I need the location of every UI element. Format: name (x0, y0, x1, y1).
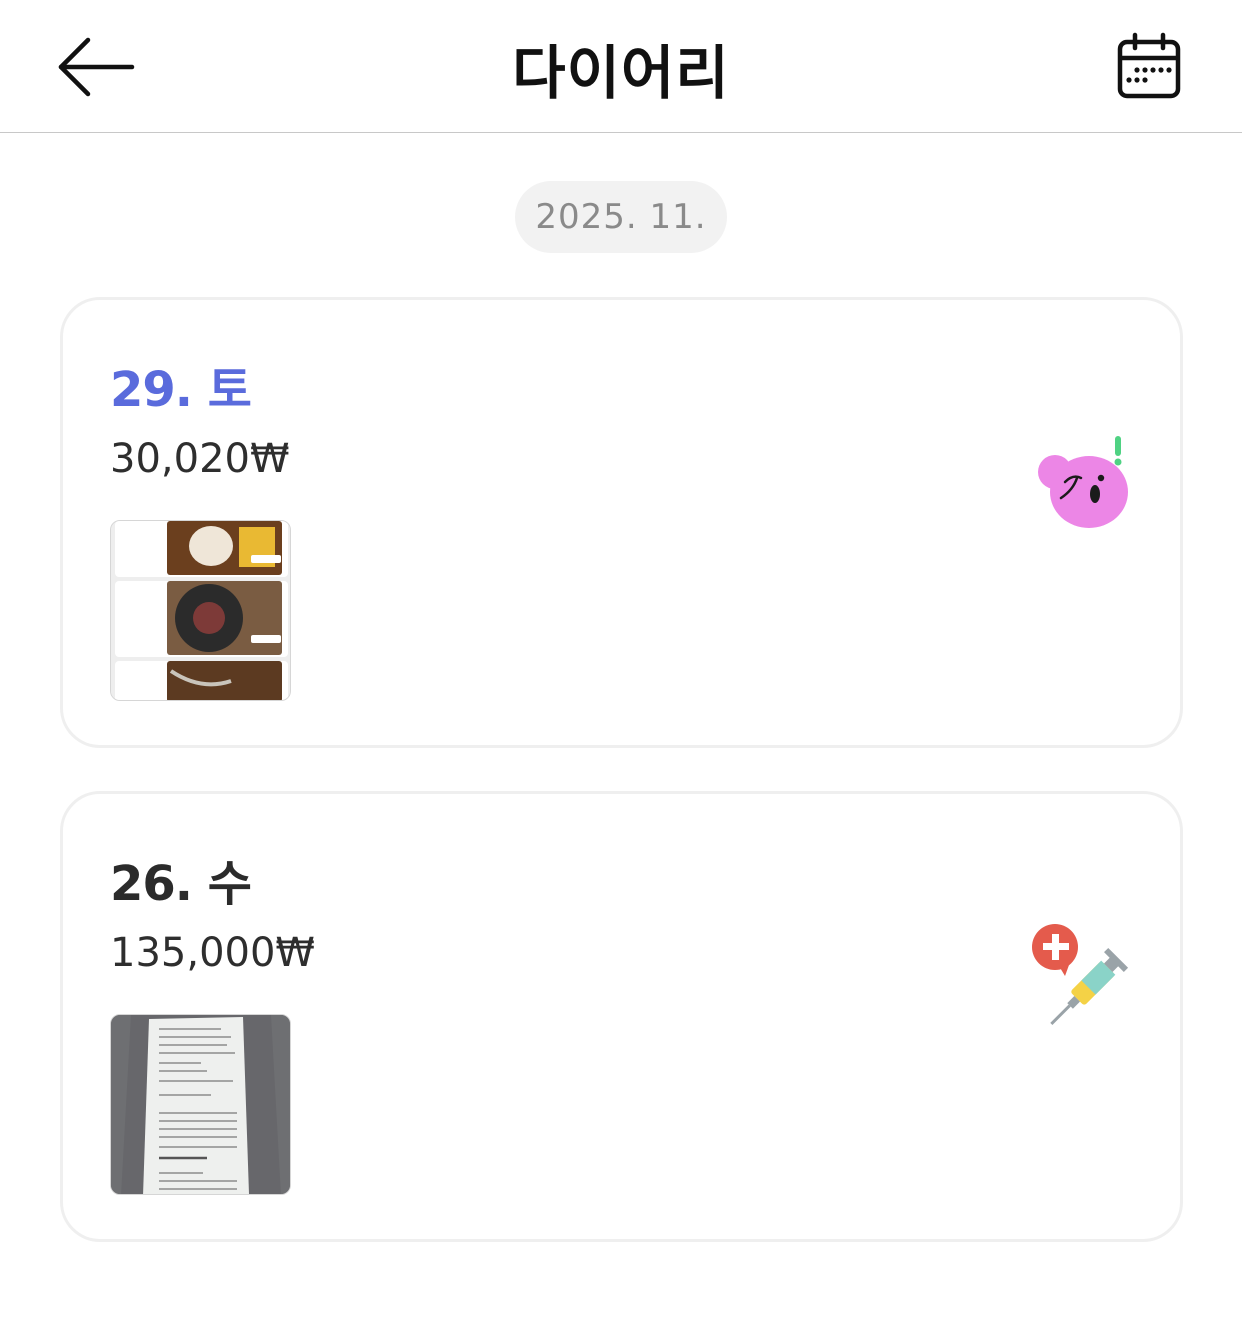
diary-entry-card[interactable]: 26. 수 135,000₩ (60, 791, 1183, 1242)
diary-entry-card[interactable]: 29. 토 30,020₩ (60, 297, 1183, 748)
entry-day-label: 29. 토 (110, 362, 252, 418)
entry-amount: 135,000₩ (110, 930, 315, 976)
app-header: 다이어리 (0, 0, 1242, 133)
surprised-pink-blob-sticker (1031, 434, 1135, 532)
entry-day-label: 26. 수 (110, 856, 252, 912)
entry-amount: 30,020₩ (110, 436, 290, 482)
calendar-icon (1117, 32, 1181, 99)
entry-photo-thumbnail[interactable] (110, 520, 291, 701)
calendar-button[interactable] (1114, 32, 1184, 102)
month-selector[interactable]: 2025. 11. (515, 181, 727, 253)
page-title: 다이어리 (512, 39, 730, 107)
entry-photo-thumbnail[interactable] (110, 1014, 291, 1195)
hospital-syringe-sticker (1029, 920, 1135, 1032)
